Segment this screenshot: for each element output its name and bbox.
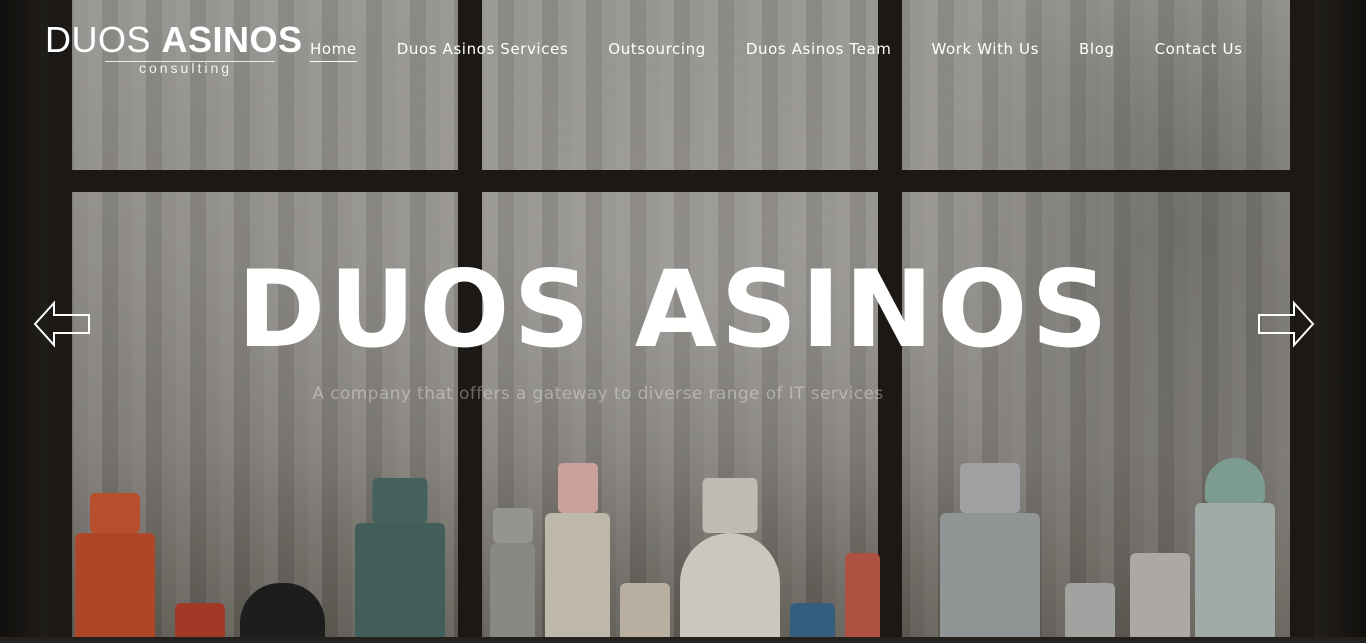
logo-word-duos: DUOS (45, 19, 152, 60)
logo-divider (105, 61, 275, 62)
slider-next-button[interactable] (1256, 300, 1316, 348)
nav-item-contact-us[interactable]: Contact Us (1155, 40, 1243, 62)
logo-word-asinos: ASINOS (161, 19, 303, 60)
nav-item-team[interactable]: Duos Asinos Team (746, 40, 892, 62)
nav-item-outsourcing[interactable]: Outsourcing (608, 40, 706, 62)
main-navigation: Home Duos Asinos Services Outsourcing Du… (310, 40, 1243, 62)
logo-wordmark: DUOS ASINOS (45, 19, 302, 60)
nav-item-services[interactable]: Duos Asinos Services (397, 40, 569, 62)
slider-prev-button[interactable] (32, 300, 92, 348)
arrow-right-icon (1258, 300, 1315, 348)
nav-item-work-with-us[interactable]: Work With Us (931, 40, 1039, 62)
nav-item-blog[interactable]: Blog (1079, 40, 1115, 62)
hero-title: DUOS ASINOS (237, 248, 1112, 371)
nav-item-home[interactable]: Home (310, 40, 357, 62)
arrow-left-icon (33, 300, 90, 348)
hero-slider: DUOS ASINOS consulting Home Duos Asinos … (0, 0, 1366, 643)
site-logo[interactable]: DUOS ASINOS consulting (45, 19, 302, 77)
hero-subtitle: A company that offers a gateway to diver… (312, 384, 884, 404)
logo-tagline: consulting (138, 60, 233, 76)
